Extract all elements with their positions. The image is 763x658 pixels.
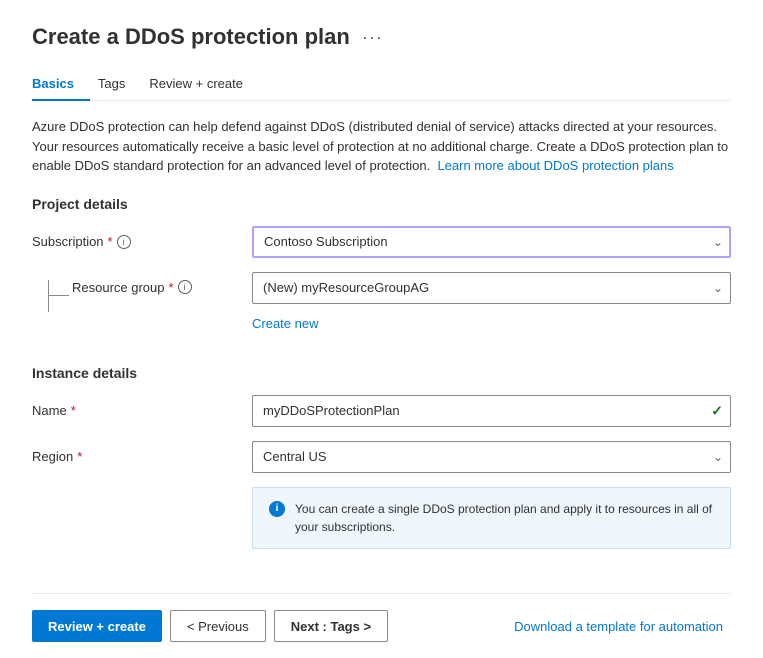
resource-group-select[interactable]: (New) myResourceGroupAG (252, 272, 731, 304)
previous-button[interactable]: < Previous (170, 610, 266, 642)
info-box-icon: i (269, 501, 285, 517)
project-details-section: Project details Subscription * i Contoso… (32, 196, 731, 345)
resource-group-label-area: Resource group * i (72, 272, 252, 295)
page-title: Create a DDoS protection plan (32, 24, 350, 50)
name-input[interactable] (252, 395, 731, 427)
tabs-row: Basics Tags Review + create (32, 68, 731, 101)
name-label: Name (32, 403, 67, 418)
bottom-bar: Review + create < Previous Next : Tags >… (32, 593, 731, 658)
project-details-title: Project details (32, 196, 731, 212)
subscription-select[interactable]: Contoso Subscription (252, 226, 731, 258)
name-required: * (71, 403, 76, 418)
region-select[interactable]: Central US (252, 441, 731, 473)
subscription-required: * (108, 234, 113, 249)
tab-basics[interactable]: Basics (32, 68, 90, 101)
download-template-link[interactable]: Download a template for automation (506, 612, 731, 641)
region-label: Region (32, 449, 73, 464)
name-input-wrapper: ✓ (252, 395, 731, 427)
info-box: i You can create a single DDoS protectio… (252, 487, 731, 549)
create-new-link[interactable]: Create new (252, 316, 731, 331)
learn-more-link[interactable]: Learn more about DDoS protection plans (437, 158, 673, 173)
resource-group-indent (32, 272, 72, 312)
resource-group-info-icon[interactable]: i (178, 280, 192, 294)
subscription-select-wrapper: Contoso Subscription ⌄ (252, 226, 731, 258)
tab-tags[interactable]: Tags (98, 68, 141, 101)
resource-group-label: Resource group (72, 280, 165, 295)
instance-details-title: Instance details (32, 365, 731, 381)
next-button[interactable]: Next : Tags > (274, 610, 388, 642)
review-create-button[interactable]: Review + create (32, 610, 162, 642)
region-required: * (77, 449, 82, 464)
resource-group-row: Resource group * i (New) myResourceGroup… (32, 272, 731, 312)
ellipsis-menu-icon[interactable]: ··· (362, 27, 383, 48)
region-row: Region * Central US ⌄ (32, 441, 731, 473)
subscription-row: Subscription * i Contoso Subscription ⌄ (32, 226, 731, 258)
instance-details-section: Instance details Name * ✓ Region * (32, 365, 731, 549)
tab-review-create[interactable]: Review + create (149, 68, 259, 101)
description-text: Azure DDoS protection can help defend ag… (32, 117, 731, 176)
resource-group-required: * (169, 280, 174, 295)
region-select-wrapper: Central US ⌄ (252, 441, 731, 473)
name-row: Name * ✓ (32, 395, 731, 427)
subscription-info-icon[interactable]: i (117, 235, 131, 249)
subscription-label: Subscription (32, 234, 104, 249)
resource-group-select-wrapper: (New) myResourceGroupAG ⌄ (252, 272, 731, 304)
info-box-text: You can create a single DDoS protection … (295, 500, 714, 536)
